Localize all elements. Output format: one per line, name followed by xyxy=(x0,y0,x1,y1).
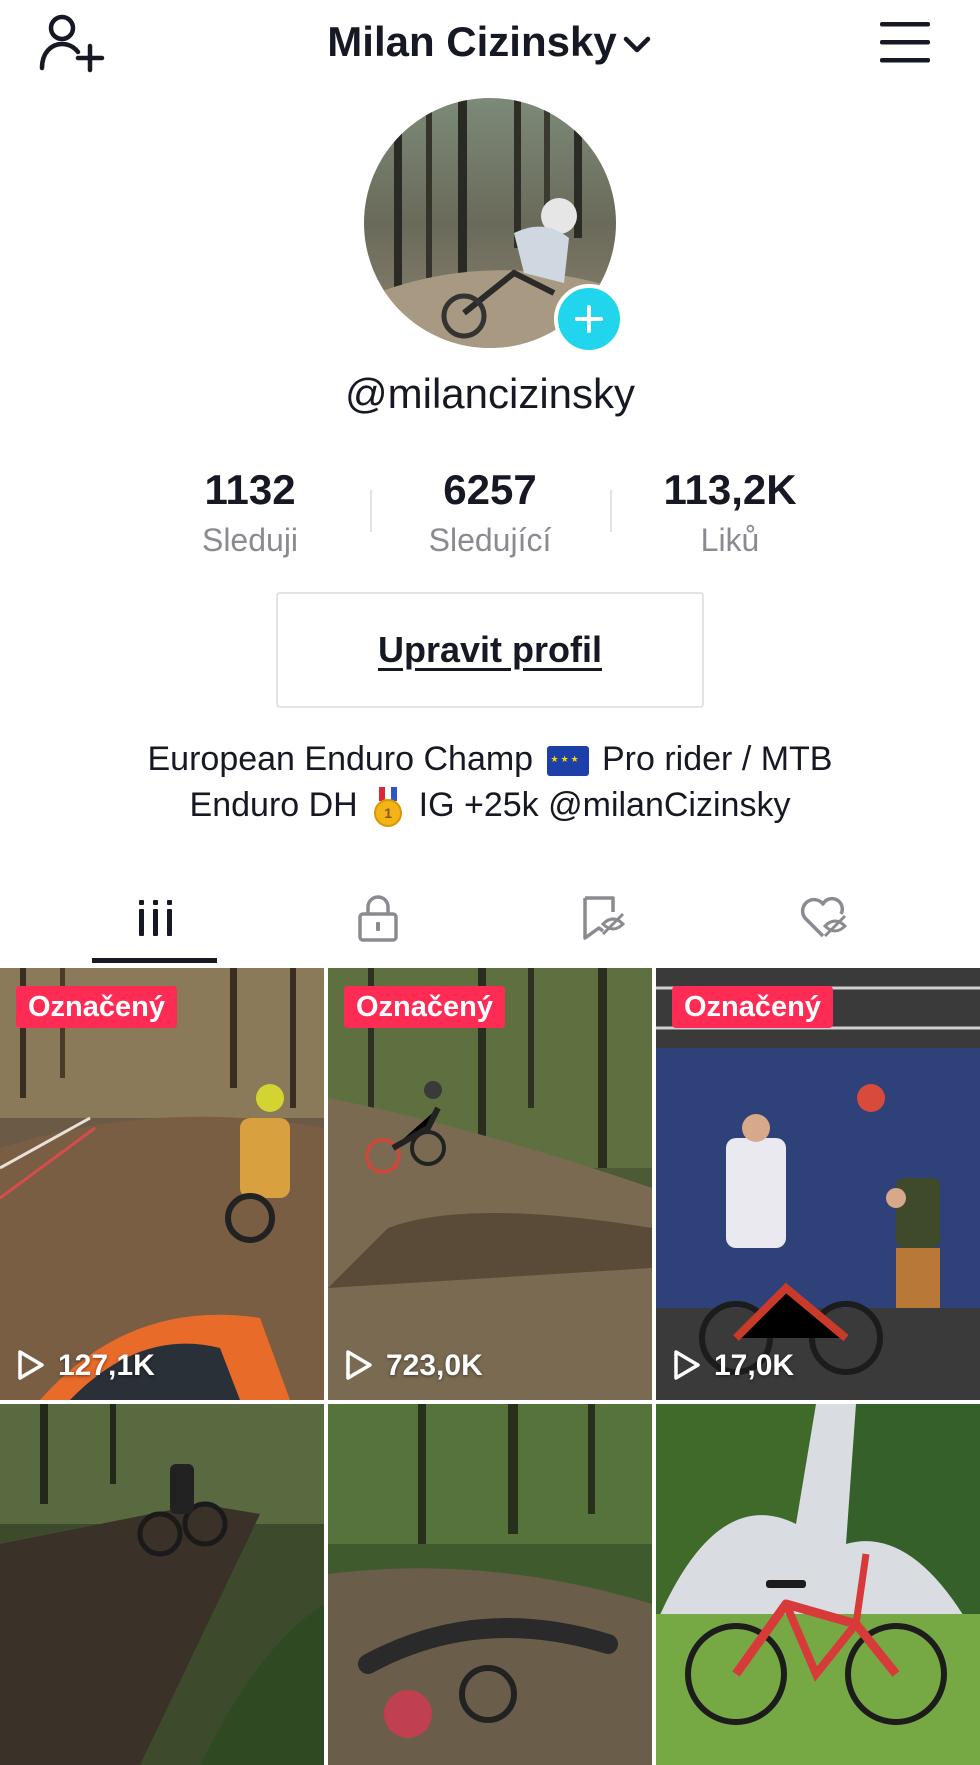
video-thumbnail-image xyxy=(0,968,324,1400)
bio-line-1: European Enduro Champ Pro rider / MTB xyxy=(60,736,920,782)
video-grid: Označený 127,1K Označený 723,0K Označený… xyxy=(0,968,980,1765)
bio-text: Pro rider / MTB xyxy=(602,740,833,778)
video-thumbnail[interactable] xyxy=(328,1404,652,1765)
view-count-value: 17,0K xyxy=(714,1349,795,1382)
lock-icon xyxy=(358,895,398,942)
following-stat[interactable]: 1132 Sleduji xyxy=(130,462,370,560)
gold-medal-icon: 1 xyxy=(371,787,405,828)
play-icon xyxy=(346,1350,372,1380)
tab-liked[interactable] xyxy=(700,870,945,966)
view-count: 127,1K xyxy=(16,1346,155,1386)
bookmark-hidden-icon xyxy=(583,896,626,940)
play-icon xyxy=(674,1350,700,1380)
active-tab-indicator xyxy=(92,958,217,963)
video-thumbnail[interactable]: Označený 17,0K xyxy=(656,968,980,1400)
tab-saved[interactable] xyxy=(478,870,723,966)
edit-profile-button[interactable]: Upravit profil xyxy=(276,592,704,708)
tab-private[interactable] xyxy=(255,870,500,966)
following-label: Sleduji xyxy=(201,522,299,558)
followers-label: Sledující xyxy=(428,522,552,558)
likes-stat[interactable]: 113,2K Liků xyxy=(610,462,850,560)
tagged-badge: Označený xyxy=(672,986,833,1028)
video-thumbnail-image xyxy=(0,1404,324,1765)
video-thumbnail-image xyxy=(656,968,980,1400)
following-count: 1132 xyxy=(204,466,296,513)
likes-count: 113,2K xyxy=(663,466,797,513)
menu-button[interactable] xyxy=(878,20,934,64)
video-thumbnail-image xyxy=(328,968,652,1400)
tagged-badge: Označený xyxy=(16,986,177,1028)
heart-hidden-icon xyxy=(800,897,848,938)
view-count-value: 127,1K xyxy=(58,1349,155,1382)
bio-text: European Enduro Champ xyxy=(147,740,534,778)
bio-text: Enduro DH xyxy=(189,786,358,824)
page-title: Milan Cizinsky xyxy=(327,18,617,65)
bio-text: IG +25k @milanCizinsky xyxy=(418,786,791,824)
eu-flag-icon xyxy=(546,746,589,777)
view-count: 17,0K xyxy=(672,1346,794,1386)
video-thumbnail-image xyxy=(328,1404,652,1765)
hamburger-menu-icon xyxy=(880,22,930,63)
grid-icon xyxy=(139,900,172,936)
profile-stats: 1132 Sleduji 6257 Sledující 113,2K Liků xyxy=(130,462,850,562)
followers-stat[interactable]: 6257 Sledující xyxy=(370,462,610,560)
profile-handle: @milancizinsky xyxy=(344,370,636,417)
profile-tabs xyxy=(0,870,980,966)
video-thumbnail-image xyxy=(656,1404,980,1765)
profile-bio: European Enduro Champ Pro rider / MTB En… xyxy=(60,736,920,828)
video-thumbnail[interactable]: Označený 127,1K xyxy=(0,968,324,1400)
add-avatar-button[interactable] xyxy=(554,284,624,354)
video-thumbnail[interactable]: Označený 723,0K xyxy=(328,968,652,1400)
view-count: 723,0K xyxy=(344,1346,483,1386)
followers-count: 6257 xyxy=(443,466,537,513)
play-icon xyxy=(18,1350,44,1380)
bio-line-2: Enduro DH 1 IG +25k @milanCizinsky xyxy=(60,782,920,828)
tab-videos[interactable] xyxy=(32,870,277,966)
top-bar: Milan Cizinsky xyxy=(0,0,980,90)
view-count-value: 723,0K xyxy=(386,1349,483,1382)
tagged-badge: Označený xyxy=(344,986,505,1028)
chevron-down-icon xyxy=(623,36,650,53)
video-thumbnail[interactable] xyxy=(0,1404,324,1765)
video-thumbnail[interactable] xyxy=(656,1404,980,1765)
account-switcher[interactable]: Milan Cizinsky xyxy=(0,14,980,70)
likes-label: Liků xyxy=(700,522,760,558)
